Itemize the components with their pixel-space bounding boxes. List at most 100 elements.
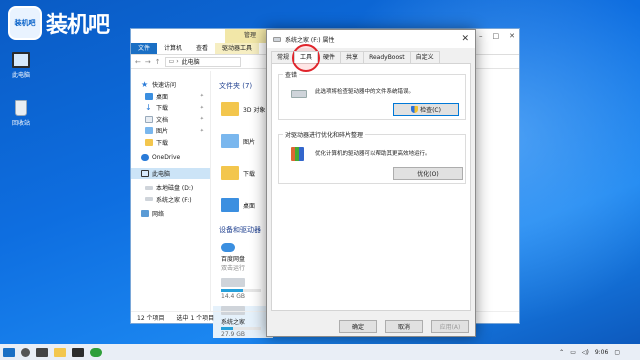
error-check-section: 查错 此选项将检查驱动器中的文件系统错误。 检查(C) bbox=[278, 70, 466, 120]
explorer-content: 文件夹 (7) 3D 对象 图片 下载 桌面 设备和驱动器 百度网盘 双击运行 … bbox=[213, 71, 273, 338]
tools-tab-panel: 查错 此选项将检查驱动器中的文件系统错误。 检查(C) 对驱动器进行优化和碎片整… bbox=[271, 63, 471, 311]
window-controls: – □ ✕ bbox=[479, 29, 515, 43]
tab-readyboost[interactable]: ReadyBoost bbox=[363, 51, 411, 63]
drive-local[interactable]: 14.4 GB bbox=[213, 278, 273, 300]
optimize-section: 对驱动器进行优化和碎片整理 优化计算机的驱动器可以帮助其更高效地运行。 优化(O… bbox=[278, 130, 466, 184]
folder-icon bbox=[145, 138, 153, 146]
drive-icon bbox=[273, 36, 281, 42]
drive-icon bbox=[145, 197, 153, 202]
app-taskbar-icon[interactable] bbox=[72, 347, 84, 357]
network-icon bbox=[141, 210, 149, 218]
computer-icon bbox=[141, 169, 149, 177]
task-view-icon[interactable] bbox=[36, 347, 48, 357]
desktop-icon-this-pc[interactable]: 此电脑 bbox=[4, 52, 38, 79]
pin-icon: ✦ bbox=[199, 104, 204, 111]
download-arrow-icon: ↓ bbox=[145, 103, 152, 113]
nav-item-this-pc[interactable]: 此电脑 bbox=[131, 167, 210, 179]
folder-downloads[interactable]: 下载 bbox=[213, 157, 273, 189]
ribbon-tab-drive-tools[interactable]: 驱动器工具 bbox=[215, 43, 260, 54]
pin-icon: ✦ bbox=[199, 127, 204, 134]
apply-button[interactable]: 应用(A) bbox=[431, 320, 469, 333]
nav-item-pictures[interactable]: 图片 ✦ bbox=[131, 125, 210, 137]
cloud-icon bbox=[141, 154, 149, 162]
close-icon[interactable]: ✕ bbox=[461, 34, 469, 44]
start-windows-icon[interactable] bbox=[3, 347, 15, 357]
nav-item-downloads[interactable]: ↓ 下载 ✦ bbox=[131, 102, 210, 114]
folder-pictures[interactable]: 图片 bbox=[213, 125, 273, 157]
folder-icon bbox=[221, 166, 239, 180]
optimize-header: 对驱动器进行优化和碎片整理 bbox=[283, 130, 366, 139]
ribbon-tab-view[interactable]: 查看 bbox=[189, 43, 215, 54]
computer-icon bbox=[12, 52, 30, 68]
forward-arrow-icon[interactable]: → bbox=[145, 58, 151, 66]
cancel-button[interactable]: 取消 bbox=[385, 320, 423, 333]
folder-icon bbox=[221, 134, 239, 148]
star-icon: ★ bbox=[141, 80, 149, 90]
maximize-icon[interactable]: □ bbox=[493, 32, 500, 40]
baidu-cloud-icon bbox=[221, 243, 235, 252]
drive-baidu[interactable]: 百度网盘 双击运行 bbox=[213, 243, 273, 272]
folder-icon bbox=[221, 102, 239, 116]
network-icon[interactable]: ▭ bbox=[570, 349, 576, 356]
up-arrow-icon[interactable]: ↑ bbox=[155, 58, 161, 66]
shield-icon bbox=[411, 106, 419, 113]
file-explorer-taskbar-icon[interactable] bbox=[54, 347, 66, 357]
nav-item-network[interactable]: 网络 bbox=[131, 208, 210, 220]
pc-small-icon: ▭ › bbox=[168, 58, 179, 65]
nav-item-documents[interactable]: 文档 ✦ bbox=[131, 114, 210, 126]
tab-hardware[interactable]: 硬件 bbox=[317, 51, 342, 63]
back-arrow-icon[interactable]: ← bbox=[135, 58, 141, 66]
usage-fill bbox=[221, 289, 243, 292]
ok-button[interactable]: 确定 bbox=[339, 320, 377, 333]
brand-logo: 装机吧 装机吧 bbox=[8, 6, 123, 40]
desktop-folder-icon bbox=[145, 92, 153, 100]
optimize-text: 优化计算机的驱动器可以帮助其更高效地运行。 bbox=[315, 151, 431, 157]
usage-bar bbox=[221, 289, 261, 292]
drive-icon bbox=[145, 185, 153, 190]
document-icon bbox=[145, 115, 153, 123]
pin-icon: ✦ bbox=[199, 116, 204, 123]
ribbon-tab-file[interactable]: 文件 bbox=[131, 43, 158, 54]
picture-icon bbox=[145, 127, 153, 135]
drive-icon bbox=[291, 90, 307, 98]
nav-item-drive-f[interactable]: 系统之家 (F:) bbox=[131, 194, 210, 206]
properties-dialog[interactable]: 系统之家 (F:) 属性 ✕ 常规 工具 硬件 共享 ReadyBoost 自定… bbox=[266, 29, 476, 337]
search-icon[interactable] bbox=[21, 347, 30, 357]
recycle-bin-icon bbox=[15, 100, 27, 116]
browser-taskbar-icon[interactable] bbox=[90, 347, 102, 357]
tab-tools[interactable]: 工具 bbox=[294, 51, 319, 63]
defrag-icon bbox=[291, 147, 304, 161]
group-drives-header[interactable]: 设备和驱动器 bbox=[213, 221, 273, 237]
folder-3d-objects[interactable]: 3D 对象 bbox=[213, 93, 273, 125]
folder-desktop[interactable]: 桌面 bbox=[213, 189, 273, 221]
chevron-up-icon[interactable]: ⌃ bbox=[559, 349, 564, 356]
drive-icon bbox=[221, 278, 245, 287]
group-folders-header[interactable]: 文件夹 (7) bbox=[213, 71, 273, 93]
clock-time[interactable]: 9:06 bbox=[595, 349, 608, 356]
tab-customize[interactable]: 自定义 bbox=[409, 51, 440, 63]
volume-icon[interactable]: ◁) bbox=[582, 349, 589, 356]
desktop-icon-recycle-bin[interactable]: 回收站 bbox=[4, 100, 38, 127]
error-check-header: 查错 bbox=[283, 70, 300, 79]
brand-wordmark: 装机吧 bbox=[46, 12, 110, 38]
usage-bar bbox=[221, 327, 261, 330]
minimize-icon[interactable]: – bbox=[479, 32, 483, 40]
close-icon[interactable]: ✕ bbox=[509, 32, 515, 40]
nav-item-onedrive[interactable]: OneDrive bbox=[131, 152, 210, 164]
nav-item-downloads-folder[interactable]: 下载 bbox=[131, 137, 210, 149]
brand-mark: 装机吧 bbox=[8, 6, 42, 40]
ribbon-tab-computer[interactable]: 计算机 bbox=[157, 43, 189, 54]
optimize-button[interactable]: 优化(O) bbox=[393, 167, 463, 180]
address-path[interactable]: ▭ › 此电脑 bbox=[164, 56, 241, 67]
dialog-tabs: 常规 工具 硬件 共享 ReadyBoost 自定义 bbox=[271, 51, 440, 63]
taskbar: ⌃ ▭ ◁) 9:06 ▢ bbox=[0, 344, 640, 360]
usage-fill bbox=[221, 327, 233, 330]
notification-icon[interactable]: ▢ bbox=[614, 349, 620, 356]
system-tray: ⌃ ▭ ◁) 9:06 ▢ bbox=[559, 349, 640, 356]
navigation-pane: ★ 快速访问 桌面 ✦ ↓ 下载 ✦ 文档 ✦ 图片 ✦ 下载 OneDrive 此电脑 本… bbox=[131, 71, 211, 311]
nav-item-quick-access[interactable]: ★ 快速访问 bbox=[131, 79, 210, 91]
check-button[interactable]: 检查(C) bbox=[393, 103, 459, 116]
tab-sharing[interactable]: 共享 bbox=[340, 51, 365, 63]
nav-item-drive-d[interactable]: 本地磁盘 (D:) bbox=[131, 182, 210, 194]
nav-item-desktop[interactable]: 桌面 ✦ bbox=[131, 91, 210, 103]
